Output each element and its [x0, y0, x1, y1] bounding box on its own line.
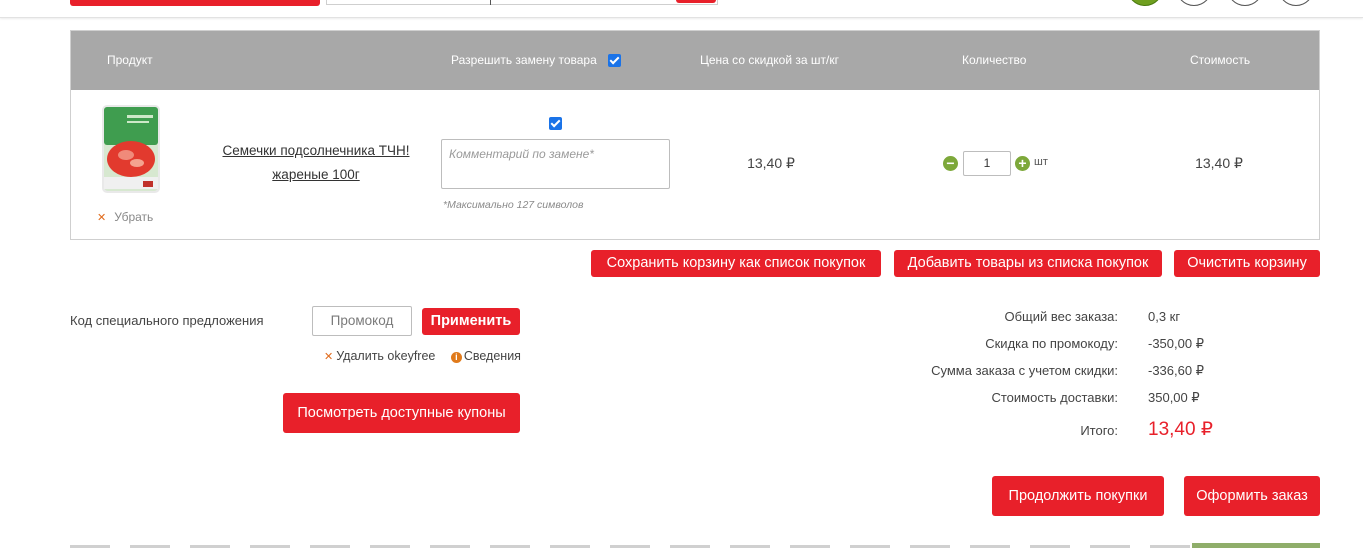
- summary-total-row: Итого: 13,40 ₽: [0, 418, 1363, 442]
- comment-hint: *Максимально 127 символов: [443, 199, 584, 211]
- remove-item-button[interactable]: ✕ Убрать: [97, 210, 153, 224]
- add-from-list-button[interactable]: Добавить товары из списка покупок: [894, 250, 1162, 277]
- catalog-button[interactable]: [70, 0, 320, 6]
- cart-table: Продукт Разрешить замену товара Цена со …: [70, 30, 1320, 240]
- remove-item-label: Убрать: [114, 210, 154, 224]
- item-cost: 13,40 ₽: [1195, 155, 1243, 171]
- column-quantity: Количество: [962, 53, 1027, 67]
- promo-links: ✕ Удалить okeyfree i Сведения: [324, 349, 521, 363]
- favorites-icon[interactable]: [1227, 0, 1263, 6]
- promo-code-label: Код специального предложения: [70, 313, 264, 328]
- remove-promo-icon: ✕: [324, 351, 334, 363]
- search-divider: [490, 0, 491, 5]
- remove-promo-link[interactable]: ✕ Удалить okeyfree: [324, 349, 435, 363]
- column-product: Продукт: [107, 53, 153, 67]
- column-allow-replace: Разрешить замену товара: [451, 31, 622, 90]
- summary-delivery-label: Стоимость доставки:: [991, 390, 1118, 405]
- continue-shopping-button[interactable]: Продолжить покупки: [992, 476, 1164, 516]
- summary-sum-label: Сумма заказа с учетом скидки:: [931, 363, 1118, 378]
- item-price: 13,40 ₽: [747, 155, 795, 171]
- summary-total-value: 13,40 ₽: [1148, 419, 1213, 440]
- product-image[interactable]: [99, 101, 163, 197]
- column-price: Цена со скидкой за шт/кг: [700, 53, 839, 67]
- allow-replace-all-checkbox[interactable]: [608, 54, 622, 68]
- promo-details-label: Сведения: [463, 349, 521, 363]
- column-allow-replace-label: Разрешить замену товара: [451, 53, 597, 67]
- checkout-button[interactable]: Оформить заказ: [1184, 476, 1320, 516]
- info-icon: i: [450, 352, 462, 363]
- allow-replace-checkbox[interactable]: [549, 117, 562, 130]
- cart-icon[interactable]: [1278, 0, 1314, 6]
- plus-icon: +: [1018, 155, 1027, 171]
- product-name-link[interactable]: Семечки подсолнечника ТЧН! жареные 100г: [211, 139, 421, 187]
- summary-sum-value: -336,60 ₽: [1148, 363, 1204, 378]
- promo-details-link[interactable]: i Сведения: [439, 349, 521, 363]
- remove-icon: ✕: [97, 212, 107, 224]
- user-icon[interactable]: [1176, 0, 1212, 6]
- location-icon[interactable]: [1127, 0, 1163, 6]
- summary-total-label: Итого:: [1080, 423, 1118, 438]
- cart-table-header: Продукт Разрешить замену товара Цена со …: [71, 31, 1319, 90]
- summary-delivery-value: 350,00 ₽: [1148, 390, 1200, 405]
- summary-discount-value: -350,00 ₽: [1148, 336, 1204, 351]
- remove-promo-label: Удалить okeyfree: [336, 349, 436, 363]
- summary-discount-label: Скидка по промокоду:: [985, 336, 1118, 351]
- search-field[interactable]: [326, 0, 718, 5]
- quantity-input[interactable]: 1: [963, 151, 1011, 176]
- column-cost: Стоимость: [1190, 53, 1251, 67]
- quantity-unit: шт: [1034, 156, 1048, 168]
- summary-weight-label: Общий вес заказа:: [1004, 309, 1118, 324]
- search-button[interactable]: [676, 0, 716, 3]
- replacement-comment-input[interactable]: Комментарий по замене*: [441, 139, 670, 189]
- summary-weight-value: 0,3 кг: [1148, 309, 1181, 324]
- clear-cart-button[interactable]: Очистить корзину: [1174, 250, 1320, 277]
- save-cart-as-list-button[interactable]: Сохранить корзину как список покупок: [591, 250, 881, 277]
- quantity-increase-button[interactable]: +: [1015, 156, 1030, 171]
- minus-icon: −: [946, 155, 955, 171]
- top-navigation-bar: [0, 0, 1363, 18]
- quantity-decrease-button[interactable]: −: [943, 156, 958, 171]
- promo-code-input[interactable]: Промокод: [312, 306, 412, 336]
- apply-promo-button[interactable]: Применить: [422, 308, 520, 335]
- recommendation-image[interactable]: [1192, 543, 1320, 548]
